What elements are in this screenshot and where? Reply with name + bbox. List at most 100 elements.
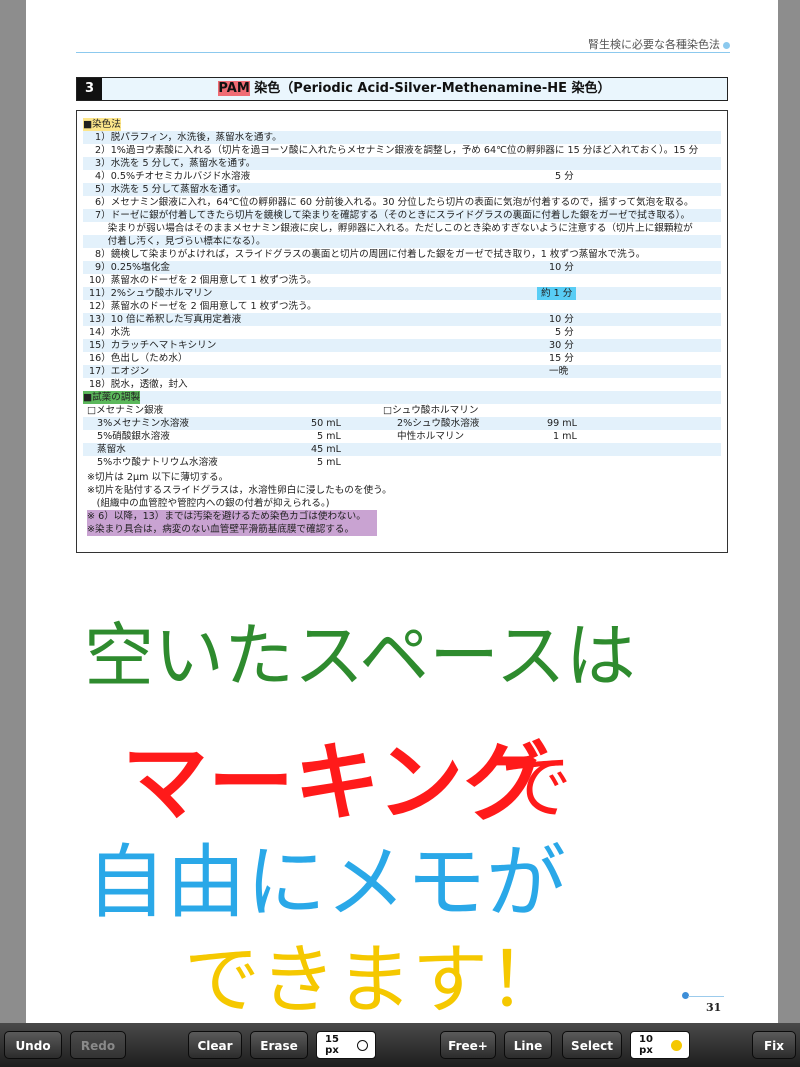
reagent-name: 5%硝酸銀水溶液 <box>97 431 170 442</box>
step-row: 3）水洗を 5 分して，蒸留水を通す。 <box>83 157 721 170</box>
note-text: (組織中の血管腔や管腔内への銀の付着が抑えられる。) <box>87 498 330 509</box>
step-row: 10）蒸留水のドーゼを 2 個用意して 1 枚ずつ洗う。 <box>83 274 721 287</box>
reagent-row: 3%メセナミン水溶液 50 mL 2%シュウ酸水溶液 99 mL <box>83 417 721 430</box>
step-text: 10）蒸留水のドーゼを 2 個用意して 1 枚ずつ洗う。 <box>89 275 317 286</box>
note-text: ※切片を貼付するスライドグラスは，水溶性卵白に浸したものを使う。 <box>87 485 392 496</box>
step-text: 13）10 倍に希釈した写真用定着液 <box>89 314 242 325</box>
section-header: 3 PAM 染色（Periodic Acid-Silver-Methenamin… <box>76 77 728 101</box>
step-text: 14）水洗 <box>89 327 130 338</box>
pen-size-number: 10 <box>639 1034 653 1045</box>
step-row: 15）カラッチヘマトキシリン 30 分 <box>83 339 721 352</box>
annotation-toolbar: Undo Redo Clear Erase 15 px Free+ Line Se… <box>0 1023 800 1067</box>
staining-method-heading: ■染色法 <box>83 118 121 131</box>
note-text: ※切片は 2μm 以下に薄切する。 <box>87 472 229 483</box>
section-number: 3 <box>77 78 102 100</box>
step-time: 30 分 <box>549 340 574 351</box>
step-time: 10 分 <box>549 314 574 325</box>
free-plus-button[interactable]: Free+ <box>440 1031 496 1059</box>
note-row: (組織中の血管腔や管腔内への銀の付着が抑えられる。) <box>83 497 721 510</box>
reagent-heading: ■試薬の調製 <box>83 391 141 404</box>
note-row: ※切片は 2μm 以下に薄切する。 <box>83 471 721 484</box>
page-number: 31 <box>706 1001 722 1014</box>
select-button[interactable]: Select <box>562 1031 622 1059</box>
step-row: 付着し汚く，見づらい標本になる）。 <box>83 235 721 248</box>
step-text: 8）鏡検して染まりがよければ，スライドグラスの裏面と切片の周囲に付着した銀をガー… <box>95 249 646 260</box>
step-text: 5）水洗を 5 分して蒸留水を通す。 <box>95 184 247 195</box>
note-row: ※染まり具合は，病変のない血管壁平滑筋基底膜で確認する。 <box>83 523 721 536</box>
section-title: PAM 染色（Periodic Acid-Silver-Methenamine-… <box>102 78 727 100</box>
methenamine-silver-title: □メセナミン銀液 <box>87 405 164 416</box>
step-row: 4）0.5%チオセミカルバジド水溶液 5 分 <box>83 170 721 183</box>
step-time: 15 分 <box>549 353 574 364</box>
clear-button[interactable]: Clear <box>188 1031 242 1059</box>
step-row: 18）脱水，透徹，封入 <box>83 378 721 391</box>
reagent-amount: 45 mL <box>311 444 341 455</box>
handwritten-note-line1: 空いたスペースは <box>84 615 636 697</box>
step-text: 2）1%過ヨウ素酸に入れる（切片を過ヨーソ酸に入れたらメセナミン銀液を調整し，予… <box>95 145 699 156</box>
reagent-title-row: □メセナミン銀液 □シュウ酸ホルマリン <box>83 404 721 417</box>
reagent-row: 5%硝酸銀水溶液 5 mL 中性ホルマリン 1 mL <box>83 430 721 443</box>
step-text: 11）2%シュウ酸ホルマリン <box>89 288 213 299</box>
step-text: 9）0.25%塩化金 <box>95 262 170 273</box>
step-text: 付着し汚く，見づらい標本になる）。 <box>95 236 266 247</box>
note-text-highlighted: ※ 6）以降，13）までは汚染を避けるため染色カゴは使わない。 <box>87 510 377 523</box>
step-text: 7）ドーゼに銀が付着してきたら切片を鏡検して染まりを確認する（そのときにスライド… <box>95 210 691 221</box>
step-row: 13）10 倍に希釈した写真用定着液 10 分 <box>83 313 721 326</box>
step-text: 4）0.5%チオセミカルバジド水溶液 <box>95 171 251 182</box>
step-text: 17）エオジン <box>89 366 150 377</box>
fix-button[interactable]: Fix <box>752 1031 796 1059</box>
line-button[interactable]: Line <box>504 1031 552 1059</box>
pam-highlight: PAM <box>218 81 250 96</box>
header-dot-icon <box>723 41 730 49</box>
step-row: 染まりが弱い場合はそのままメセナミン銀液に戻し，孵卵器に入れる。ただしこのとき染… <box>83 222 721 235</box>
step-text: 16）色出し（ため水） <box>89 353 188 364</box>
reagent-name: 蒸留水 <box>97 444 126 455</box>
erase-button[interactable]: Erase <box>250 1031 308 1059</box>
reagent-heading-row: ■試薬の調製 <box>83 391 721 404</box>
step-row: 6）メセナミン銀液に入れ，64℃位の孵卵器に 60 分前後入れる。30 分位した… <box>83 196 721 209</box>
step-text: 18）脱水，透徹，封入 <box>89 379 188 390</box>
reagent-row: 蒸留水 45 mL <box>83 443 721 456</box>
oxalic-formalin-title: □シュウ酸ホルマリン <box>383 405 479 416</box>
reagent-name: 中性ホルマリン <box>397 431 465 442</box>
reagent-amount: 50 mL <box>311 418 341 429</box>
reagent-amount: 99 mL <box>547 418 577 429</box>
note-row: ※ 6）以降，13）までは汚染を避けるため染色カゴは使わない。 <box>83 510 721 523</box>
undo-button[interactable]: Undo <box>4 1031 62 1059</box>
step-time: 10 分 <box>549 262 574 273</box>
running-header-title: 腎生検に必要な各種染色法 <box>588 38 720 51</box>
step-time: 一晩 <box>549 366 569 377</box>
reagent-name: 2%シュウ酸水溶液 <box>397 418 480 429</box>
redo-button[interactable]: Redo <box>70 1031 126 1059</box>
step-row: 9）0.25%塩化金 10 分 <box>83 261 721 274</box>
running-header: 腎生検に必要な各種染色法 <box>588 36 730 52</box>
step-text: 12）蒸留水のドーゼを 2 個用意して 1 枚ずつ洗う。 <box>89 301 317 312</box>
eraser-size-selector[interactable]: 15 px <box>316 1031 376 1059</box>
step-row: 12）蒸留水のドーゼを 2 個用意して 1 枚ずつ洗う。 <box>83 300 721 313</box>
reagent-amount: 5 mL <box>317 457 341 468</box>
pen-color-dot-icon <box>671 1040 682 1051</box>
section-title-rest: 染色（Periodic Acid-Silver-Methenamine-HE 染… <box>249 81 611 96</box>
step-row: 7）ドーゼに銀が付着してきたら切片を鏡検して染まりを確認する（そのときにスライド… <box>83 209 721 222</box>
eraser-size-value: 15 px <box>325 1034 339 1056</box>
step-text: 15）カラッチヘマトキシリン <box>89 340 217 351</box>
eraser-size-number: 15 <box>325 1034 339 1045</box>
step-row: 17）エオジン 一晩 <box>83 365 721 378</box>
step-text: 6）メセナミン銀液に入れ，64℃位の孵卵器に 60 分前後入れる。30 分位した… <box>95 197 694 208</box>
pen-size-selector[interactable]: 10 px <box>630 1031 690 1059</box>
step-text: 3）水洗を 5 分して，蒸留水を通す。 <box>95 158 256 169</box>
step-text: 染まりが弱い場合はそのままメセナミン銀液に戻し，孵卵器に入れる。ただしこのとき染… <box>95 223 693 234</box>
eraser-size-unit: px <box>325 1045 339 1056</box>
document-page[interactable]: 腎生検に必要な各種染色法 3 PAM 染色（Periodic Acid-Silv… <box>26 0 778 1024</box>
step-row: 8）鏡検して染まりがよければ，スライドグラスの裏面と切片の周囲に付着した銀をガー… <box>83 248 721 261</box>
pen-size-unit: px <box>639 1045 653 1056</box>
staining-heading-row: ■染色法 <box>83 118 721 131</box>
step-row: 11）2%シュウ酸ホルマリン 約 1 分 <box>83 287 721 300</box>
eraser-circle-icon <box>357 1040 368 1051</box>
reagent-amount: 1 mL <box>553 431 577 442</box>
step-time: 5 分 <box>555 327 574 338</box>
reagent-row: 5%ホウ酸ナトリウム水溶液 5 mL <box>83 456 721 469</box>
step-row: 2）1%過ヨウ素酸に入れる（切片を過ヨーソ酸に入れたらメセナミン銀液を調整し，予… <box>83 144 721 157</box>
step-row: 14）水洗 5 分 <box>83 326 721 339</box>
step-time-highlighted: 約 1 分 <box>537 287 577 300</box>
